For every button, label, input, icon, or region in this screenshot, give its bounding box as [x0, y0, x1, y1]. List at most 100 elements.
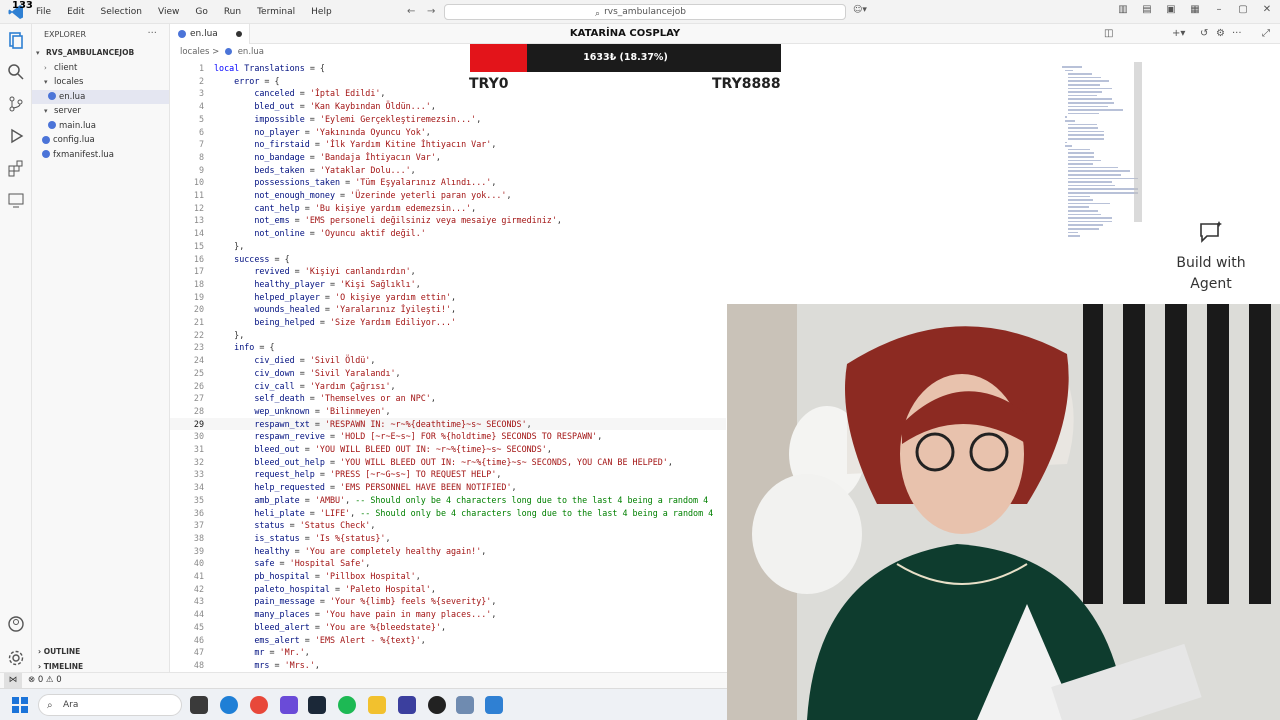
- task-view-icon[interactable]: [190, 696, 208, 714]
- code-line[interactable]: 32 bleed_out_help = 'YOU WILL BLEED OUT …: [170, 456, 726, 469]
- code-text[interactable]: safe = 'Hospital Safe',: [214, 557, 370, 570]
- code-text[interactable]: impossible = 'Eylemi Gerçekleştiremezsin…: [214, 113, 481, 126]
- layout-sidebar-icon[interactable]: ▥: [1116, 4, 1130, 15]
- code-line[interactable]: 21 being_helped = 'Size Yardım Ediliyor.…: [170, 316, 726, 329]
- unsaved-dot-icon[interactable]: [236, 31, 242, 37]
- file-explorer-icon[interactable]: [368, 696, 386, 714]
- menu-go[interactable]: Go: [187, 7, 215, 17]
- tree-folder-server[interactable]: ▾ server: [32, 104, 169, 119]
- code-line[interactable]: 9 beds_taken = 'Yataklar Dolu...',: [170, 164, 726, 177]
- search-icon[interactable]: [6, 62, 26, 82]
- code-line[interactable]: 41 pb_hospital = 'Pillbox Hospital',: [170, 570, 726, 583]
- code-line[interactable]: 26 civ_call = 'Yardım Çağrısı',: [170, 380, 726, 393]
- layout-panel-icon[interactable]: ▤: [1140, 4, 1154, 15]
- menu-view[interactable]: View: [150, 7, 187, 17]
- maximize-icon[interactable]: ▢: [1236, 4, 1250, 15]
- code-text[interactable]: amb_plate = 'AMBU', -- Should only be 4 …: [214, 494, 708, 507]
- code-text[interactable]: pain_message = 'Your %{limb} feels %{sev…: [214, 595, 496, 608]
- code-text[interactable]: respawn_revive = 'HOLD [~r~E~s~] FOR %{h…: [214, 430, 602, 443]
- code-line[interactable]: 30 respawn_revive = 'HOLD [~r~E~s~] FOR …: [170, 430, 726, 443]
- code-line[interactable]: 38 is_status = 'Is %{status}',: [170, 532, 726, 545]
- code-text[interactable]: respawn_txt = 'RESPAWN IN: ~r~%{deathtim…: [214, 418, 531, 431]
- history-icon[interactable]: ↺: [1200, 28, 1208, 39]
- code-line[interactable]: 15 },: [170, 240, 726, 253]
- menu-selection[interactable]: Selection: [93, 7, 150, 17]
- new-chat-icon[interactable]: +▾: [1172, 28, 1185, 39]
- code-text[interactable]: being_helped = 'Size Yardım Ediliyor...': [214, 316, 456, 329]
- layout-secondary-icon[interactable]: ▣: [1164, 4, 1178, 15]
- run-debug-icon[interactable]: [6, 126, 26, 146]
- code-line[interactable]: 13 not_ems = 'EMS personeli değilsiniz v…: [170, 214, 726, 227]
- code-text[interactable]: no_player = 'Yakınında Oyuncu Yok',: [214, 126, 431, 139]
- code-text[interactable]: not_enough_money = 'Üzerinde yeterli par…: [214, 189, 511, 202]
- code-text[interactable]: bled_out = 'Kan Kaybından Öldün...',: [214, 100, 436, 113]
- menu-run[interactable]: Run: [216, 7, 249, 17]
- code-line[interactable]: 11 not_enough_money = 'Üzerinde yeterli …: [170, 189, 726, 202]
- layout-custom-icon[interactable]: ▦: [1188, 4, 1202, 15]
- tab-en-lua[interactable]: en.lua: [170, 24, 250, 44]
- breadcrumb-file[interactable]: en.lua: [238, 47, 264, 57]
- code-text[interactable]: civ_down = 'Sivil Yaralandı',: [214, 367, 400, 380]
- code-text[interactable]: helped_player = 'O kişiye yardım ettin',: [214, 291, 456, 304]
- code-text[interactable]: possessions_taken = 'Tüm Eşyalarınız Alı…: [214, 176, 496, 189]
- code-line[interactable]: 19 helped_player = 'O kişiye yardım etti…: [170, 291, 726, 304]
- code-text[interactable]: beds_taken = 'Yataklar Dolu...',: [214, 164, 415, 177]
- close-icon[interactable]: ✕: [1260, 4, 1274, 15]
- copilot-icon[interactable]: ☺▾: [853, 5, 867, 15]
- code-text[interactable]: success = {: [214, 253, 289, 266]
- code-text[interactable]: bleed_alert = 'You are %{bleedstate}',: [214, 621, 446, 634]
- editor-scrollbar[interactable]: [1134, 62, 1142, 222]
- code-text[interactable]: healthy = 'You are completely healthy ag…: [214, 545, 486, 558]
- code-line[interactable]: 20 wounds_healed = 'Yaralarınız İyileşti…: [170, 303, 726, 316]
- code-line[interactable]: 39 healthy = 'You are completely healthy…: [170, 545, 726, 558]
- app-icon[interactable]: [398, 696, 416, 714]
- code-line[interactable]: 34 help_requested = 'EMS PERSONNEL HAVE …: [170, 481, 726, 494]
- code-line[interactable]: 48 mrs = 'Mrs.',: [170, 659, 726, 672]
- code-line[interactable]: 7 no_firstaid = 'İlk Yardım Kitine İhtiy…: [170, 138, 726, 151]
- code-text[interactable]: mrs = 'Mrs.',: [214, 659, 320, 672]
- code-text[interactable]: no_bandage = 'Bandaja İhtiyacın Var',: [214, 151, 441, 164]
- code-text[interactable]: local Translations = {: [214, 62, 325, 75]
- chrome-icon[interactable]: [250, 696, 268, 714]
- steam-icon[interactable]: [308, 696, 326, 714]
- code-text[interactable]: help_requested = 'EMS PERSONNEL HAVE BEE…: [214, 481, 516, 494]
- chat-settings-icon[interactable]: ⚙: [1216, 28, 1225, 39]
- code-line[interactable]: 17 revived = 'Kişiyi canlandırdın',: [170, 265, 726, 278]
- tree-file-fxmanifest-lua[interactable]: fxmanifest.lua: [32, 148, 169, 163]
- split-editor-icon[interactable]: ◫: [1104, 28, 1113, 39]
- settings-app-icon[interactable]: [456, 696, 474, 714]
- code-line[interactable]: 24 civ_died = 'Sivil Öldü',: [170, 354, 726, 367]
- more-icon[interactable]: ···: [1232, 28, 1242, 39]
- menu-edit[interactable]: Edit: [59, 7, 92, 17]
- forward-arrow-icon[interactable]: →: [427, 6, 435, 17]
- command-center-search[interactable]: ⌕ rvs_ambulancejob: [444, 4, 846, 20]
- workspace-root[interactable]: ▾ RVS_AMBULANCEJOB: [32, 46, 169, 61]
- code-line[interactable]: 27 self_death = 'Themselves or an NPC',: [170, 392, 726, 405]
- menu-terminal[interactable]: Terminal: [249, 7, 303, 17]
- build-with-agent-panel[interactable]: Build with Agent: [1146, 220, 1276, 295]
- remote-indicator-icon[interactable]: ⋈: [4, 673, 22, 688]
- code-text[interactable]: },: [214, 329, 244, 342]
- code-text[interactable]: bleed_out = 'YOU WILL BLEED OUT IN: ~r~%…: [214, 443, 552, 456]
- code-text[interactable]: canceled = 'İptal Edildi',: [214, 87, 385, 100]
- discord-icon[interactable]: [280, 696, 298, 714]
- code-line[interactable]: 44 many_places = 'You have pain in many …: [170, 608, 726, 621]
- code-text[interactable]: self_death = 'Themselves or an NPC',: [214, 392, 436, 405]
- code-line[interactable]: 42 paleto_hospital = 'Paleto Hospital',: [170, 583, 726, 596]
- outline-section[interactable]: › OUTLINE: [32, 644, 170, 659]
- account-icon[interactable]: [6, 614, 26, 634]
- code-line[interactable]: 14 not_online = 'Oyuncu aktif değil.': [170, 227, 726, 240]
- edge-icon[interactable]: [220, 696, 238, 714]
- code-line[interactable]: 47 mr = 'Mr.',: [170, 646, 726, 659]
- code-line[interactable]: 3 canceled = 'İptal Edildi',: [170, 87, 726, 100]
- code-line[interactable]: 33 request_help = 'PRESS [~r~G~s~] TO RE…: [170, 468, 726, 481]
- tree-folder-client[interactable]: › client: [32, 61, 169, 76]
- code-text[interactable]: },: [214, 240, 244, 253]
- spotify-icon[interactable]: [338, 696, 356, 714]
- taskbar-search[interactable]: ⌕ Ara: [38, 694, 182, 716]
- breadcrumb-folder[interactable]: locales: [180, 47, 209, 57]
- code-text[interactable]: mr = 'Mr.',: [214, 646, 310, 659]
- problems-status[interactable]: ⊗ 0 ⚠ 0: [28, 675, 62, 685]
- vscode-taskbar-icon[interactable]: [485, 696, 503, 714]
- explorer-icon[interactable]: [6, 30, 26, 50]
